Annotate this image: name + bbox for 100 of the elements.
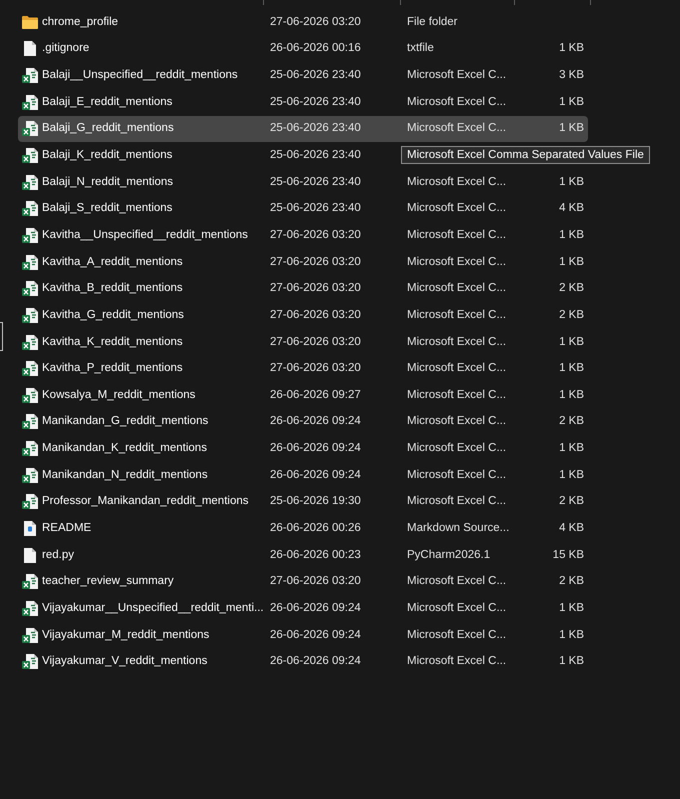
file-row[interactable]: Balaji_G_reddit_mentions 25-06-2026 23:40 Microsoft Excel C... 1 KB [18, 116, 588, 142]
spreadsheet-file-icon [22, 388, 38, 403]
modified-date: 26-06-2026 09:24 [270, 628, 362, 643]
file-size: 4 KB [558, 201, 584, 216]
file-name: Kavitha_B_reddit_mentions [42, 281, 184, 296]
file-name: Vijayakumar_V_reddit_mentions [42, 654, 208, 670]
file-type: Microsoft Excel C... [407, 361, 508, 376]
file-name: Balaji_G_reddit_mentions [42, 121, 175, 136]
splitter-handle[interactable] [0, 322, 3, 351]
file-name: Kavitha_G_reddit_mentions [42, 308, 185, 323]
file-type: Microsoft Excel C... [407, 201, 508, 216]
spreadsheet-file-icon [22, 174, 38, 190]
file-size: 1 KB [558, 334, 584, 350]
file-type: Microsoft Excel C... [407, 468, 508, 483]
file-row[interactable]: Kavitha_K_reddit_mentions 27-06-2026 03:20 Microsoft Excel C... 1 KB [18, 328, 588, 356]
document-badge-icon [24, 520, 36, 536]
file-row[interactable]: Balaji_N_reddit_mentions 25-06-2026 23:40 Microsoft Excel C... 1 KB [18, 168, 588, 196]
file-type: Microsoft Excel C... [407, 441, 508, 456]
file-row[interactable]: Kavitha_A_reddit_mentions 27-06-2026 03:20 Microsoft Excel C... 1 KB [18, 248, 588, 276]
file-row[interactable]: Balaji_E_reddit_mentions 25-06-2026 23:40 Microsoft Excel C... 1 KB [18, 88, 588, 116]
modified-date: 26-06-2026 00:26 [270, 520, 362, 536]
file-size: 2 KB [558, 308, 584, 323]
file-name: Balaji_S_reddit_mentions [42, 201, 174, 216]
modified-date: 25-06-2026 23:40 [270, 148, 362, 164]
file-type: Microsoft Excel C... [407, 68, 508, 84]
file-row[interactable]: Professor_Manikandan_reddit_mentions 25-06-2026 19:30 Microsoft Excel C... 2 KB [18, 488, 588, 516]
spreadsheet-file-icon [22, 121, 38, 136]
file-row[interactable]: Kavitha_B_reddit_mentions 27-06-2026 03:20 Microsoft Excel C... 2 KB [18, 275, 588, 302]
file-size: 2 KB [558, 494, 584, 510]
spreadsheet-file-icon [22, 441, 38, 456]
file-row[interactable]: Kavitha_P_reddit_mentions 27-06-2026 03:20 Microsoft Excel C... 1 KB [18, 355, 588, 382]
file-row[interactable]: teacher_review_summary 27-06-2026 03:20 Microsoft Excel C... 2 KB [18, 568, 588, 596]
file-size: 1 KB [558, 388, 584, 403]
modified-date: 26-06-2026 09:24 [270, 468, 362, 483]
spreadsheet-file-icon [22, 281, 38, 296]
file-name: Manikandan_N_reddit_mentions [42, 468, 209, 483]
file-type: Microsoft Excel C... [407, 254, 508, 270]
file-size: 1 KB [558, 121, 584, 136]
spreadsheet-file-icon [22, 494, 38, 510]
file-name: red.py [42, 548, 75, 563]
file-type: Markdown Source... [407, 520, 510, 536]
file-size: 3 KB [558, 68, 584, 84]
file-name: Balaji__Unspecified__reddit_mentions [42, 68, 239, 84]
file-name: Kavitha_P_reddit_mentions [42, 361, 184, 376]
file-size: 1 KB [558, 254, 584, 270]
file-row[interactable]: Manikandan_G_reddit_mentions 26-06-2026 09:24 Microsoft Excel C... 2 KB [18, 408, 588, 436]
file-name: Manikandan_G_reddit_mentions [42, 414, 210, 430]
spreadsheet-file-icon [22, 361, 38, 376]
file-row[interactable]: Vijayakumar__Unspecified__reddit_menti... 26-06-2026 09:24 Microsoft Excel C... 1 KB [18, 595, 588, 622]
file-row[interactable]: .gitignore 26-06-2026 00:16 txtfile 1 KB [18, 36, 588, 62]
file-size: 2 KB [558, 281, 584, 296]
modified-date: 26-06-2026 09:24 [270, 414, 362, 430]
file-row[interactable]: Kavitha_G_reddit_mentions 27-06-2026 03:20 Microsoft Excel C... 2 KB [18, 302, 588, 329]
file-size: 2 KB [558, 414, 584, 430]
file-row[interactable]: Balaji__Unspecified__reddit_mentions 25-06-2026 23:40 Microsoft Excel C... 3 KB [18, 62, 588, 89]
file-row[interactable]: Balaji_S_reddit_mentions 25-06-2026 23:40 Microsoft Excel C... 4 KB [18, 195, 588, 222]
file-row[interactable]: chrome_profile 27-06-2026 03:20 File folder [18, 9, 588, 36]
folder-icon [22, 16, 38, 29]
file-row[interactable]: Manikandan_N_reddit_mentions 26-06-2026 09:24 Microsoft Excel C... 1 KB [18, 462, 588, 489]
spreadsheet-file-icon [22, 414, 38, 430]
modified-date: 26-06-2026 09:24 [270, 600, 362, 616]
file-size: 1 KB [558, 628, 584, 643]
file-type: Microsoft Excel C... [407, 600, 508, 616]
file-row[interactable]: README 26-06-2026 00:26 Markdown Source... 4 KB [18, 515, 588, 542]
file-size: 1 KB [558, 94, 584, 110]
spreadsheet-file-icon [22, 654, 38, 670]
modified-date: 25-06-2026 23:40 [270, 94, 362, 110]
file-size: 1 KB [558, 174, 584, 190]
file-row[interactable]: Kowsalya_M_reddit_mentions 26-06-2026 09:27 Microsoft Excel C... 1 KB [18, 382, 588, 409]
file-type: Microsoft Excel C... [407, 628, 508, 643]
file-size: 1 KB [558, 41, 584, 56]
file-type: Microsoft Excel C... [407, 574, 508, 590]
modified-date: 26-06-2026 09:24 [270, 441, 362, 456]
modified-date: 25-06-2026 23:40 [270, 201, 362, 216]
modified-date: 25-06-2026 23:40 [270, 174, 362, 190]
spreadsheet-file-icon [22, 308, 38, 323]
spreadsheet-file-icon [22, 468, 38, 483]
file-row[interactable]: Vijayakumar_M_reddit_mentions 26-06-2026 09:24 Microsoft Excel C... 1 KB [18, 622, 588, 648]
file-row[interactable]: red.py 26-06-2026 00:23 PyCharm2026.1 15 KB [18, 542, 588, 568]
modified-date: 26-06-2026 09:24 [270, 654, 362, 670]
document-icon [24, 548, 36, 563]
spreadsheet-file-icon [22, 628, 38, 643]
file-row[interactable]: Manikandan_K_reddit_mentions 26-06-2026 09:24 Microsoft Excel C... 1 KB [18, 435, 588, 462]
modified-date: 26-06-2026 09:27 [270, 388, 362, 403]
tooltip: Microsoft Excel Comma Separated Values File [401, 146, 650, 164]
file-name: Vijayakumar__Unspecified__reddit_menti... [42, 600, 265, 616]
modified-date: 27-06-2026 03:20 [270, 281, 362, 296]
spreadsheet-file-icon [22, 600, 38, 616]
file-name: Balaji_K_reddit_mentions [42, 148, 174, 164]
file-row[interactable]: Vijayakumar_V_reddit_mentions 26-06-2026 09:24 Microsoft Excel C... 1 KB [18, 648, 588, 676]
file-row[interactable]: Kavitha__Unspecified__reddit_mentions 27-06-2026 03:20 Microsoft Excel C... 1 KB [18, 222, 588, 249]
file-size: 2 KB [558, 574, 584, 590]
file-type: Microsoft Excel C... [407, 388, 508, 403]
file-type: Microsoft Excel C... [407, 334, 508, 350]
modified-date: 26-06-2026 00:23 [270, 548, 362, 563]
file-size: 1 KB [558, 228, 584, 243]
file-size: 4 KB [558, 520, 584, 536]
file-size: 15 KB [552, 548, 584, 563]
file-name: README [42, 520, 92, 536]
modified-date: 25-06-2026 23:40 [270, 121, 362, 136]
